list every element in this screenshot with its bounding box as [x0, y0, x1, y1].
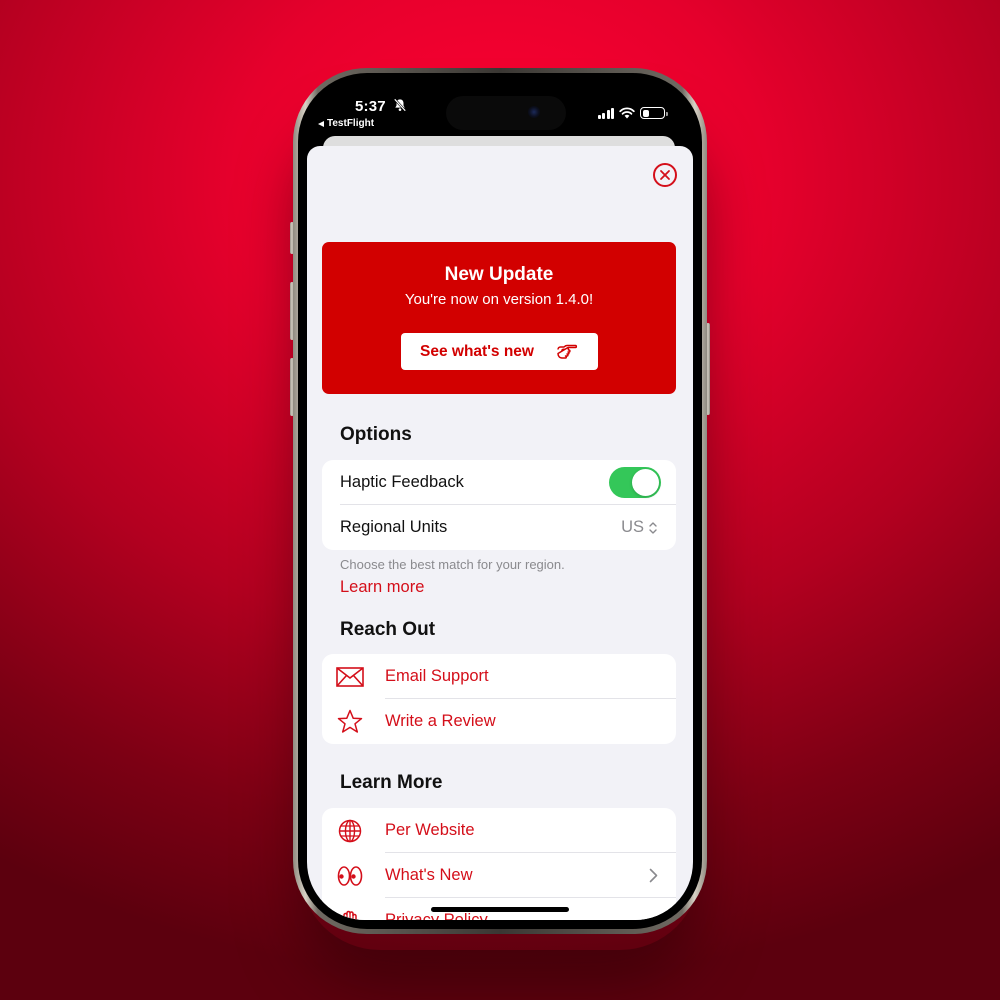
battery-fill [642, 109, 649, 117]
see-whats-new-button[interactable]: See what's new [400, 333, 598, 370]
haptic-feedback-label: Haptic Feedback [340, 473, 464, 491]
back-to-app-link[interactable]: TestFlight [318, 118, 374, 129]
home-indicator[interactable] [431, 907, 569, 912]
banner-title: New Update [444, 264, 554, 285]
regional-units-label: Regional Units [340, 518, 448, 536]
toggle-knob [632, 469, 659, 496]
learn-more-link[interactable]: Learn more [340, 578, 424, 597]
update-banner: New Update You're now on version 1.4.0! … [322, 242, 676, 394]
wifi-icon [619, 107, 635, 119]
regional-units-footnote: Choose the best match for your region. [340, 557, 565, 572]
website-row[interactable]: Per Website [322, 808, 676, 853]
regional-units-picker[interactable]: US [621, 518, 658, 537]
star-icon [337, 709, 362, 733]
haptic-feedback-row: Haptic Feedback [322, 460, 676, 505]
phone-bezel: 5:37 TestFlight New Update You're now on… [298, 73, 702, 929]
cellular-signal-icon [597, 107, 614, 119]
status-time: 5:37 [355, 98, 386, 115]
close-button[interactable] [653, 163, 677, 187]
bell-slash-icon [393, 98, 407, 112]
envelope-icon [335, 666, 364, 687]
eyes-icon [337, 865, 362, 886]
learn-more-section-title: Learn More [340, 772, 443, 793]
regional-units-value: US [621, 518, 644, 536]
battery-icon [640, 107, 668, 119]
email-support-row[interactable]: Email Support [322, 654, 676, 699]
learn-more-group: Per Website What's New Privacy Policy [322, 808, 676, 920]
options-section-title: Options [340, 424, 412, 445]
email-support-label: Email Support [385, 667, 489, 685]
hand-raised-icon [342, 910, 357, 920]
haptic-feedback-toggle[interactable] [609, 467, 661, 498]
reach-out-section-title: Reach Out [340, 619, 436, 640]
website-label: Per Website [385, 821, 475, 839]
reach-out-group: Email Support Write a Review [322, 654, 676, 744]
phone-screen: 5:37 TestFlight New Update You're now on… [307, 82, 693, 920]
hand-point-right-icon [557, 344, 578, 359]
regional-units-row: Regional Units US [322, 505, 676, 550]
write-review-label: Write a Review [385, 712, 496, 730]
whats-new-row[interactable]: What's New [322, 853, 676, 898]
chevron-up-down-icon [649, 521, 657, 534]
front-camera [528, 106, 540, 118]
back-app-label: TestFlight [327, 118, 375, 129]
xmark-circle-icon [660, 170, 670, 180]
see-whats-new-label: See what's new [420, 342, 534, 360]
phone-frame: 5:37 TestFlight New Update You're now on… [293, 68, 707, 934]
globe-icon [338, 819, 361, 842]
status-indicators [597, 107, 668, 119]
privacy-policy-label: Privacy Policy [385, 911, 488, 920]
options-group: Haptic Feedback Regional Units US [322, 460, 676, 550]
whats-new-label: What's New [385, 866, 473, 884]
write-review-row[interactable]: Write a Review [322, 699, 676, 744]
chevron-right-icon [649, 868, 658, 883]
back-triangle-icon [318, 120, 324, 127]
banner-subtitle: You're now on version 1.4.0! [404, 291, 594, 308]
dynamic-island [446, 96, 566, 130]
settings-sheet: New Update You're now on version 1.4.0! … [307, 146, 693, 920]
